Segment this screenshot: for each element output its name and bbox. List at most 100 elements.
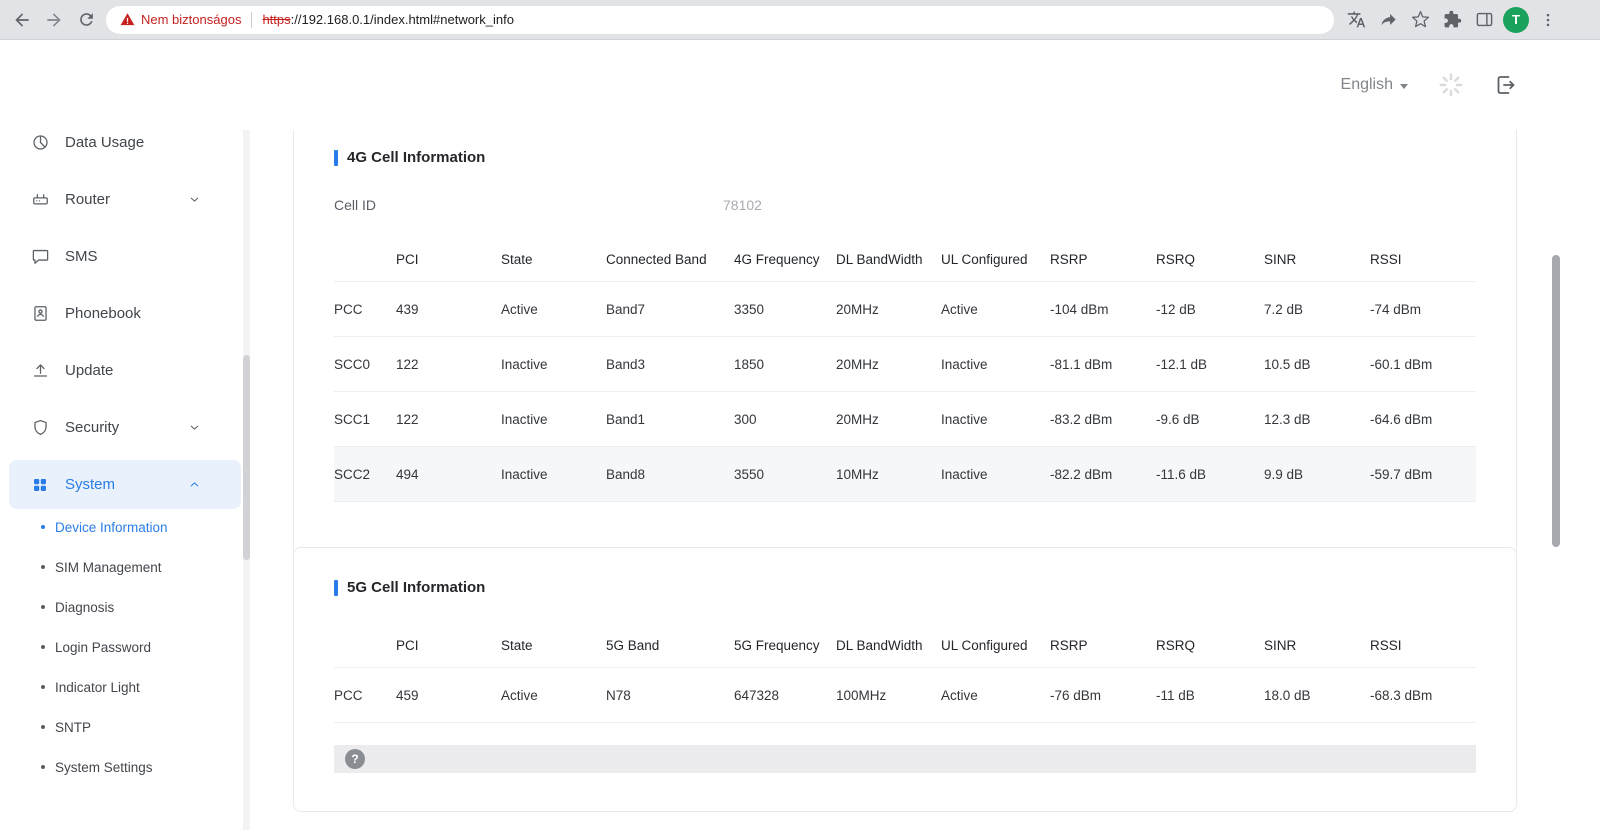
column-header: UL Configured bbox=[941, 623, 1050, 668]
address-divider bbox=[251, 11, 253, 28]
router-icon bbox=[30, 190, 50, 210]
browser-menu-icon[interactable] bbox=[1532, 4, 1564, 36]
back-icon[interactable] bbox=[6, 4, 38, 36]
toolbar-right: T bbox=[1340, 4, 1564, 36]
table-cell: Inactive bbox=[501, 446, 606, 502]
table-row: PCC 439 Active Band7 3350 20MHz Active -104 dBm… bbox=[334, 281, 1476, 337]
side-panel-icon[interactable] bbox=[1468, 4, 1500, 36]
sidebar-subitem-indicator-light[interactable]: Indicator Light bbox=[0, 667, 250, 707]
shield-icon bbox=[30, 418, 50, 438]
url-text[interactable]: https://192.168.0.1/index.html#network_i… bbox=[262, 12, 514, 27]
sidebar-item-security[interactable]: Security bbox=[0, 399, 250, 456]
reload-icon[interactable] bbox=[70, 4, 102, 36]
table-cell: Inactive bbox=[941, 446, 1050, 502]
chevron-down-icon bbox=[188, 421, 201, 434]
sidebar-item-label: System bbox=[65, 476, 116, 493]
table-cell: -11 dB bbox=[1156, 667, 1264, 723]
security-warning-text[interactable]: Nem biztonságos bbox=[141, 12, 241, 27]
sidebar-scrollbar-thumb[interactable] bbox=[243, 355, 250, 560]
table-cell: 12.3 dB bbox=[1264, 391, 1370, 447]
loading-spinner-icon bbox=[1438, 72, 1464, 98]
table-cell: Inactive bbox=[501, 336, 606, 392]
sms-icon bbox=[30, 247, 50, 267]
table-cell: 100MHz bbox=[836, 667, 941, 723]
table-cell: -12.1 dB bbox=[1156, 336, 1264, 392]
column-header: 5G Frequency bbox=[734, 623, 836, 668]
sidebar-item-label: Security bbox=[65, 419, 120, 436]
chevron-up-icon bbox=[188, 478, 201, 491]
table-cell: 20MHz bbox=[836, 281, 941, 337]
table-cell: -59.7 dBm bbox=[1370, 446, 1476, 502]
table-cell: Active bbox=[941, 281, 1050, 337]
table-cell: SCC1 bbox=[334, 391, 396, 447]
url-scheme: https bbox=[262, 12, 291, 27]
column-header bbox=[334, 623, 396, 668]
table-cell: -68.3 dBm bbox=[1370, 667, 1476, 723]
forward-icon[interactable] bbox=[38, 4, 70, 36]
url-path: ://192.168.0.1/index.html#network_info bbox=[290, 12, 514, 27]
table-cell: Inactive bbox=[941, 336, 1050, 392]
table-cell: 20MHz bbox=[836, 391, 941, 447]
address-bar[interactable]: Nem biztonságos https://192.168.0.1/inde… bbox=[106, 5, 1334, 34]
language-selector[interactable]: English bbox=[1341, 76, 1408, 94]
sidebar: Data Usage Router SMS Phonebook Update S… bbox=[0, 130, 250, 830]
sidebar-subitem-sntp[interactable]: SNTP bbox=[0, 707, 250, 747]
help-icon[interactable]: ? bbox=[345, 749, 365, 769]
table-cell: 18.0 dB bbox=[1264, 667, 1370, 723]
card-footer-strip: ? bbox=[334, 745, 1476, 773]
translate-icon[interactable] bbox=[1340, 4, 1372, 36]
page-scrollbar-thumb[interactable] bbox=[1552, 255, 1560, 547]
cell-id-row: Cell ID 78102 bbox=[334, 197, 1476, 217]
sidebar-item-label: SMS bbox=[65, 248, 98, 265]
column-header: RSRP bbox=[1050, 237, 1156, 282]
table-cell: 1850 bbox=[734, 336, 836, 392]
sidebar-item-update[interactable]: Update bbox=[0, 342, 250, 399]
table-cell: Active bbox=[501, 281, 606, 337]
table-header-row: PCI State Connected Band 4G Frequency DL Ban… bbox=[334, 237, 1476, 282]
table-cell: 459 bbox=[396, 667, 501, 723]
main-content: 4G Cell Information Cell ID 78102 PCI Sta… bbox=[250, 130, 1600, 830]
table-cell: Band8 bbox=[606, 446, 734, 502]
4g-cell-information-card: 4G Cell Information Cell ID 78102 PCI Sta… bbox=[293, 130, 1517, 560]
column-header: RSSI bbox=[1370, 237, 1476, 282]
table-cell: PCC bbox=[334, 667, 396, 723]
sidebar-item-label: Data Usage bbox=[65, 134, 145, 151]
sidebar-item-sms[interactable]: SMS bbox=[0, 228, 250, 285]
chevron-down-icon bbox=[188, 193, 201, 206]
column-header: 5G Band bbox=[606, 623, 734, 668]
sidebar-item-label: Router bbox=[65, 191, 111, 208]
table-cell: 10.5 dB bbox=[1264, 336, 1370, 392]
sidebar-subitem-system-settings[interactable]: System Settings bbox=[0, 747, 250, 787]
phonebook-icon bbox=[30, 304, 50, 324]
column-header: PCI bbox=[396, 237, 501, 282]
security-warning-icon[interactable] bbox=[120, 12, 135, 27]
table-cell: Active bbox=[501, 667, 606, 723]
profile-avatar[interactable]: T bbox=[1503, 6, 1529, 33]
browser-toolbar: Nem biztonságos https://192.168.0.1/inde… bbox=[0, 0, 1600, 40]
column-header: 4G Frequency bbox=[734, 237, 836, 282]
share-icon[interactable] bbox=[1372, 4, 1404, 36]
sidebar-item-router[interactable]: Router bbox=[0, 171, 250, 228]
system-grid-icon bbox=[30, 475, 50, 495]
cell-id-value: 78102 bbox=[723, 197, 762, 213]
header-controls: English bbox=[1341, 40, 1518, 130]
sidebar-scrollbar[interactable] bbox=[243, 130, 250, 830]
table-cell: 20MHz bbox=[836, 336, 941, 392]
column-header: RSRQ bbox=[1156, 623, 1264, 668]
card-title-text: 4G Cell Information bbox=[347, 149, 486, 166]
sidebar-subitem-sim-management[interactable]: SIM Management bbox=[0, 547, 250, 587]
table-cell: -11.6 dB bbox=[1156, 446, 1264, 502]
table-cell: 439 bbox=[396, 281, 501, 337]
data-usage-icon bbox=[30, 133, 50, 153]
sidebar-item-data-usage[interactable]: Data Usage bbox=[0, 130, 250, 171]
table-cell: -82.2 dBm bbox=[1050, 446, 1156, 502]
sidebar-item-phonebook[interactable]: Phonebook bbox=[0, 285, 250, 342]
bookmark-star-icon[interactable] bbox=[1404, 4, 1436, 36]
logout-icon[interactable] bbox=[1494, 73, 1518, 97]
sidebar-item-system[interactable]: System bbox=[9, 460, 241, 509]
sidebar-subitem-diagnosis[interactable]: Diagnosis bbox=[0, 587, 250, 627]
table-cell: 3550 bbox=[734, 446, 836, 502]
sidebar-subitem-device-information[interactable]: Device Information bbox=[0, 507, 250, 547]
extensions-puzzle-icon[interactable] bbox=[1436, 4, 1468, 36]
sidebar-subitem-login-password[interactable]: Login Password bbox=[0, 627, 250, 667]
